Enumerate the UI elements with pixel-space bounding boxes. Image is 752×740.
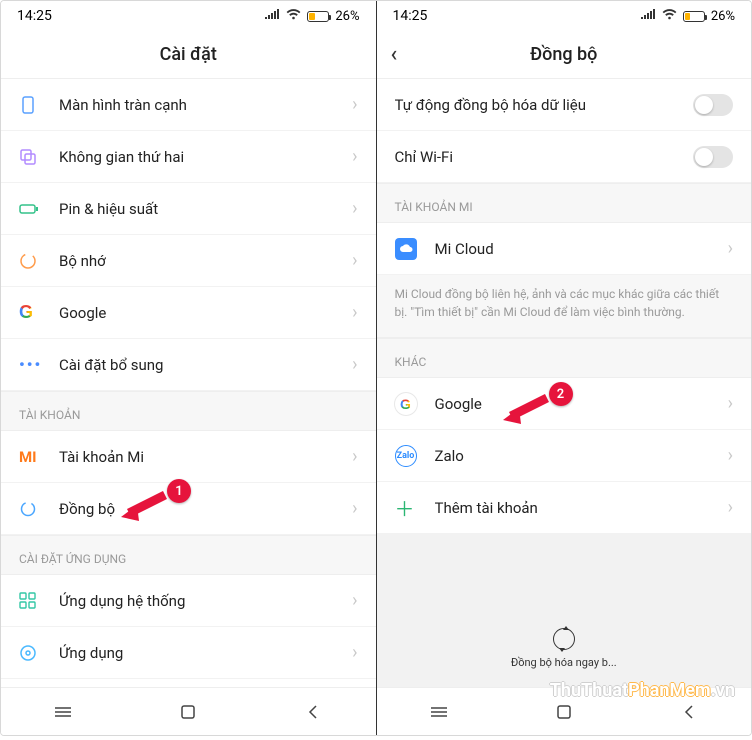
zalo-logo-icon: Zalo <box>395 445 423 467</box>
row-zalo-account[interactable]: Zalo Zalo › <box>377 430 752 482</box>
row-mi-account[interactable]: MI Tài khoản Mi › <box>1 431 376 483</box>
right-screenshot: 14:25 26% ‹ Đồng bộ Tự động đồng bộ hóa … <box>377 1 752 735</box>
storage-icon <box>19 250 47 272</box>
google-logo-icon: G <box>395 393 423 415</box>
plus-icon: ＋ <box>395 497 423 519</box>
chevron-right-icon: › <box>352 146 357 167</box>
battery-pct: 26% <box>335 9 359 24</box>
row-fullscreen-display[interactable]: Màn hình tràn cạnh › <box>1 79 376 131</box>
row-battery-perf[interactable]: Pin & hiệu suất › <box>1 183 376 235</box>
chevron-right-icon: › <box>352 302 357 323</box>
row-mi-cloud[interactable]: Mi Cloud › <box>377 223 752 275</box>
chevron-right-icon: › <box>352 498 357 519</box>
chevron-right-icon: › <box>728 238 733 259</box>
row-dual-apps[interactable]: Ứng dụng kép › <box>1 679 376 687</box>
row-add-account[interactable]: ＋ Thêm tài khoản › <box>377 482 752 534</box>
nav-recent-button[interactable] <box>51 700 75 724</box>
chevron-right-icon: › <box>728 497 733 518</box>
battery-pct: 26% <box>711 9 735 24</box>
wifi-icon <box>286 9 301 24</box>
chevron-right-icon: › <box>352 590 357 611</box>
section-app-settings: CÀI ĐẶT ỨNG DỤNG <box>1 535 376 575</box>
nav-home-button[interactable] <box>552 700 576 724</box>
empty-area: Đồng bộ hóa ngay b... <box>377 534 752 687</box>
sync-now-button[interactable]: Đồng bộ hóa ngay b... <box>377 628 752 669</box>
page-title-left: Cài đặt <box>1 31 376 79</box>
section-mi-account: TÀI KHOẢN MI <box>377 183 752 223</box>
chevron-right-icon: › <box>352 94 357 115</box>
row-apps[interactable]: Ứng dụng › <box>1 627 376 679</box>
section-account: TÀI KHOẢN <box>1 391 376 431</box>
sync-icon <box>19 498 47 520</box>
toggle-auto-sync[interactable] <box>693 94 733 116</box>
chevron-right-icon: › <box>728 393 733 414</box>
signal-icon <box>641 9 656 24</box>
chevron-right-icon: › <box>352 198 357 219</box>
annotation-badge-1: 1 <box>167 479 191 503</box>
battery-icon <box>683 11 705 22</box>
phone-outline-icon <box>19 94 47 116</box>
status-time: 14:25 <box>393 8 641 24</box>
grid-icon <box>19 590 47 612</box>
mi-cloud-icon <box>395 238 423 260</box>
nav-recent-button[interactable] <box>427 700 451 724</box>
more-icon: ••• <box>19 354 47 376</box>
page-title-right: ‹ Đồng bộ <box>377 31 752 79</box>
row-system-apps[interactable]: Ứng dụng hệ thống › <box>1 575 376 627</box>
row-second-space[interactable]: Không gian thứ hai › <box>1 131 376 183</box>
left-screenshot: 14:25 26% Cài đặt Màn hình tràn cạnh › <box>1 1 376 735</box>
chevron-right-icon: › <box>352 354 357 375</box>
mi-logo-icon: MI <box>19 446 47 468</box>
battery-icon <box>19 198 47 220</box>
row-google[interactable]: G Google › <box>1 287 376 339</box>
chevron-right-icon: › <box>352 446 357 467</box>
row-additional-settings[interactable]: ••• Cài đặt bổ sung › <box>1 339 376 391</box>
chevron-right-icon: › <box>728 445 733 466</box>
signal-icon <box>265 9 280 24</box>
nav-back-button[interactable] <box>677 700 701 724</box>
status-bar: 14:25 26% <box>377 1 752 31</box>
chevron-right-icon: › <box>352 250 357 271</box>
wifi-icon <box>662 9 677 24</box>
section-other: KHÁC <box>377 338 752 378</box>
google-g-icon: G <box>19 302 47 324</box>
watermark: ThuThuatPhanMem.vn <box>550 680 735 701</box>
nav-bar <box>1 687 376 735</box>
nav-home-button[interactable] <box>176 700 200 724</box>
sync-icon <box>553 628 575 650</box>
status-time: 14:25 <box>17 8 265 24</box>
mi-cloud-hint: Mi Cloud đồng bộ liên hệ, ảnh và các mục… <box>377 275 752 338</box>
annotation-badge-2: 2 <box>549 382 573 406</box>
row-auto-sync[interactable]: Tự động đồng bộ hóa dữ liệu <box>377 79 752 131</box>
chevron-right-icon: › <box>352 642 357 663</box>
row-wifi-only[interactable]: Chỉ Wi-Fi <box>377 131 752 183</box>
row-storage[interactable]: Bộ nhớ › <box>1 235 376 287</box>
toggle-wifi-only[interactable] <box>693 146 733 168</box>
app-circle-icon <box>19 642 47 664</box>
copy-icon <box>19 146 47 168</box>
back-button[interactable]: ‹ <box>391 31 398 78</box>
status-bar: 14:25 26% <box>1 1 376 31</box>
battery-icon <box>307 11 329 22</box>
nav-back-button[interactable] <box>301 700 325 724</box>
